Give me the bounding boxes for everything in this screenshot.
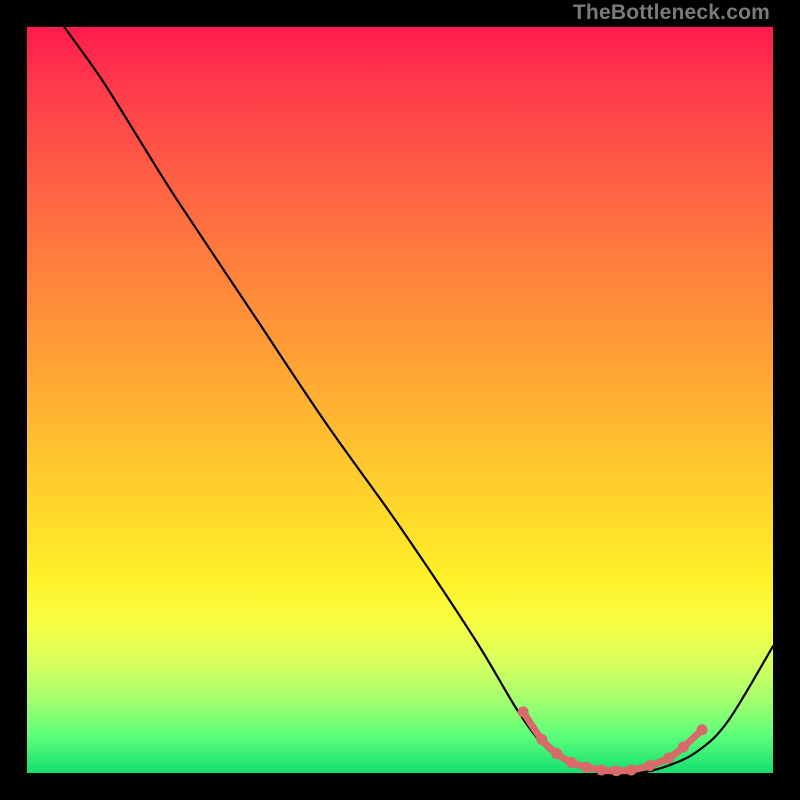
- emphasis-dot: [697, 724, 708, 735]
- frame: TheBottleneck.com: [0, 0, 800, 800]
- emphasis-dots: [518, 706, 708, 776]
- chart-svg: [27, 27, 773, 773]
- emphasis-dot: [551, 748, 562, 759]
- emphasis-dot: [596, 765, 607, 776]
- emphasis-dot: [626, 765, 637, 776]
- watermark-text: TheBottleneck.com: [573, 1, 770, 25]
- emphasis-dot: [663, 753, 674, 764]
- emphasis-dot: [678, 741, 689, 752]
- emphasis-dot: [644, 760, 655, 771]
- emphasis-dot: [581, 762, 592, 773]
- emphasis-dot: [536, 734, 547, 745]
- emphasis-dot: [566, 757, 577, 768]
- bottleneck-curve: [27, 0, 773, 774]
- emphasis-dot: [518, 706, 529, 717]
- emphasis-dot: [611, 765, 622, 776]
